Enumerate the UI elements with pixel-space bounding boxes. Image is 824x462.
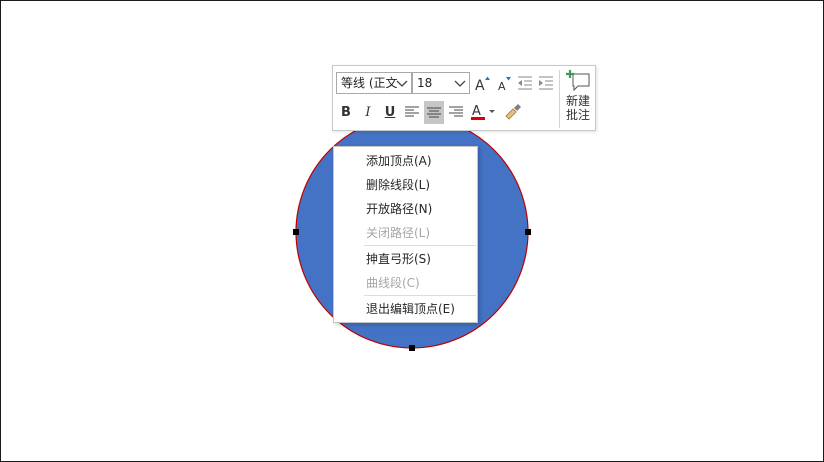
svg-text:A: A <box>472 104 481 119</box>
chevron-down-icon <box>396 80 408 87</box>
new-comment-icon <box>566 70 590 92</box>
svg-text:A: A <box>498 80 506 92</box>
new-comment-button[interactable]: 新建 批注 <box>561 68 595 130</box>
menu-item-delete-segment[interactable]: 删除线段(L) <box>334 174 477 196</box>
format-painter-button[interactable] <box>503 102 523 122</box>
decrease-indent-button[interactable] <box>515 73 535 93</box>
menu-separator <box>364 245 476 246</box>
toolbar-separator <box>559 70 560 128</box>
new-comment-label-2: 批注 <box>565 108 590 122</box>
menu-item-straighten-arc[interactable]: 抻直弓形(S) <box>334 248 477 270</box>
increase-indent-button[interactable] <box>536 73 556 93</box>
vertex-handle-bottom[interactable] <box>409 345 415 351</box>
decrease-indent-icon <box>518 76 532 90</box>
mini-toolbar: 等线 (正文 18 A A B I U A 新建 批注 <box>332 65 596 131</box>
decrease-font-icon: A <box>498 77 511 92</box>
font-color-button[interactable]: A <box>469 102 497 122</box>
bold-button[interactable]: B <box>336 102 356 122</box>
font-name-value: 等线 (正文 <box>341 76 398 90</box>
increase-indent-icon <box>539 76 553 90</box>
menu-item-curved-segment: 曲线段(C) <box>366 276 420 290</box>
increase-font-icon: A <box>475 76 490 92</box>
format-painter-icon <box>505 104 521 120</box>
italic-button[interactable]: I <box>358 102 378 122</box>
menu-item-open-path[interactable]: 开放路径(N) <box>334 198 477 220</box>
chevron-down-icon <box>454 80 466 87</box>
vertex-handle-right[interactable] <box>525 229 531 235</box>
menu-item-exit-edit-points[interactable]: 退出编辑顶点(E) <box>334 298 477 320</box>
menu-item-close-path: 关闭路径(L) <box>366 226 431 240</box>
context-menu: 添加顶点(A) 删除线段(L) 开放路径(N) 关闭路径(L) 抻直弓形(S) … <box>333 146 478 323</box>
increase-font-button[interactable]: A <box>473 73 493 93</box>
decrease-font-button[interactable]: A <box>495 73 515 93</box>
font-size-value: 18 <box>417 76 433 90</box>
underline-button[interactable]: U <box>380 102 400 122</box>
font-size-dropdown[interactable]: 18 <box>412 72 470 94</box>
menu-item-add-vertex[interactable]: 添加顶点(A) <box>334 150 477 172</box>
font-color-icon: A <box>471 104 495 120</box>
align-left-button[interactable] <box>402 102 422 122</box>
align-right-icon <box>449 106 463 117</box>
align-center-icon <box>427 107 441 117</box>
svg-text:A: A <box>475 78 485 92</box>
menu-separator <box>364 295 476 296</box>
align-right-button[interactable] <box>446 102 466 122</box>
vertex-handle-left[interactable] <box>293 229 299 235</box>
align-center-button[interactable] <box>424 101 444 124</box>
align-left-icon <box>405 106 419 117</box>
new-comment-label-1: 新建 <box>565 94 590 108</box>
font-name-dropdown[interactable]: 等线 (正文 <box>336 72 412 94</box>
